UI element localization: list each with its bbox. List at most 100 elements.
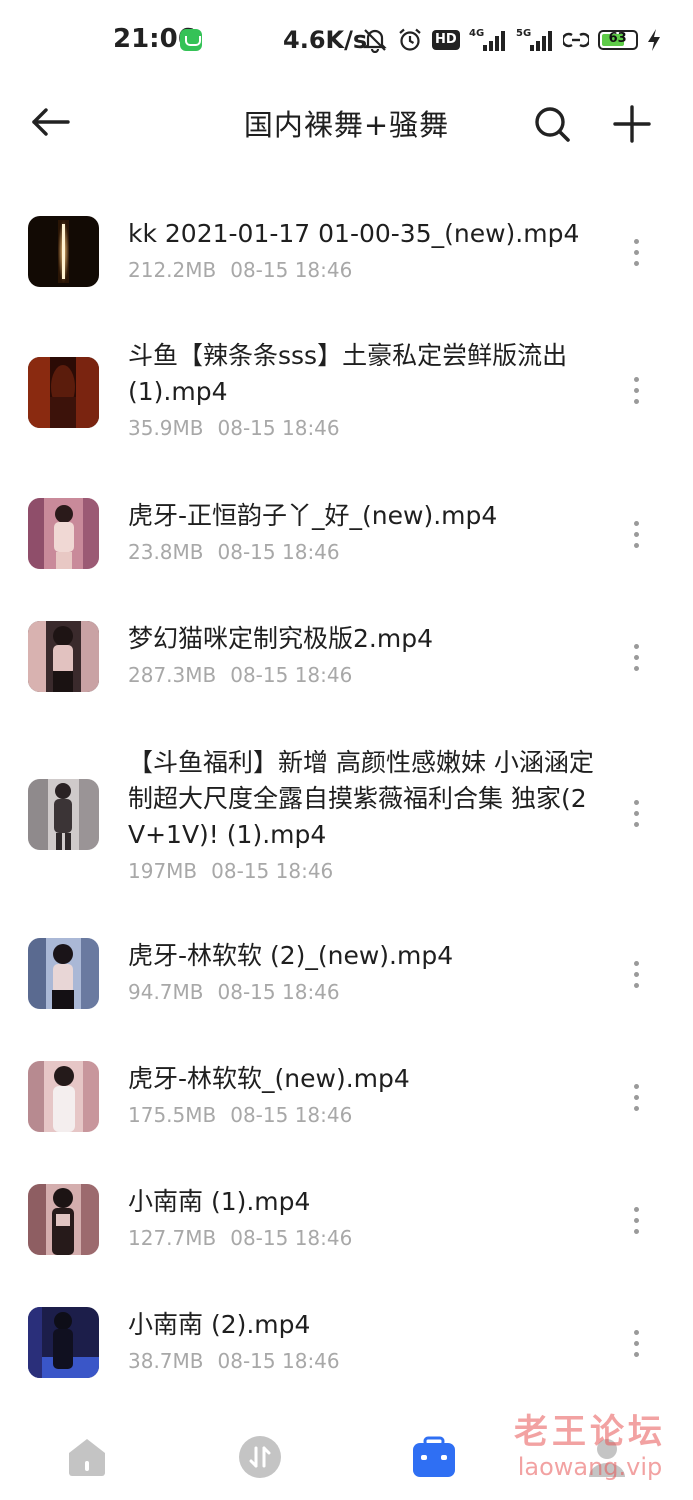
more-options-button[interactable] xyxy=(620,635,652,679)
video-thumbnail xyxy=(28,621,99,692)
dot xyxy=(633,960,639,966)
nav-toolbox[interactable] xyxy=(409,1432,459,1482)
file-item[interactable]: 虎牙-林软软_(new).mp4 175.5MB 08-15 18:46 xyxy=(0,1061,693,1161)
more-options-button[interactable] xyxy=(620,791,652,835)
back-button[interactable] xyxy=(26,98,74,146)
more-options-button[interactable] xyxy=(620,512,652,556)
dot xyxy=(633,520,639,526)
file-item[interactable]: 【斗鱼福利】新增 高颜性感嫩妹 小涵涵定制超大尺度全露自摸紫薇福利合集 独家(2… xyxy=(0,745,693,895)
more-options-button[interactable] xyxy=(620,1075,652,1119)
dot xyxy=(633,799,639,805)
dot xyxy=(633,1329,639,1335)
status-bar: 21:06 4.6K/s HD 4G 5G 63 xyxy=(0,0,693,80)
dot xyxy=(633,238,639,244)
more-options-button[interactable] xyxy=(620,952,652,996)
svg-text:5G: 5G xyxy=(516,28,531,39)
file-name: kk 2021-01-17 01-00-35_(new).mp4 xyxy=(128,219,580,248)
file-item[interactable]: 梦幻猫咪定制究极版2.mp4 287.3MB 08-15 18:46 xyxy=(0,621,693,721)
dot xyxy=(633,1105,639,1111)
video-thumbnail xyxy=(28,779,99,850)
video-thumbnail xyxy=(28,1061,99,1132)
file-item[interactable]: 虎牙-林软软 (2)_(new).mp4 94.7MB 08-15 18:46 xyxy=(0,938,693,1038)
file-meta: 175.5MB 08-15 18:46 xyxy=(128,1101,598,1129)
dot xyxy=(633,1228,639,1234)
hd-voice-icon: HD xyxy=(432,30,460,50)
dot xyxy=(633,1206,639,1212)
file-size: 287.3MB xyxy=(128,663,217,687)
dot xyxy=(633,542,639,548)
dot xyxy=(633,531,639,537)
search-button[interactable] xyxy=(526,98,578,150)
dot xyxy=(633,654,639,660)
file-size: 127.7MB xyxy=(128,1226,217,1250)
more-options-button[interactable] xyxy=(620,368,652,412)
dot xyxy=(633,1083,639,1089)
video-thumbnail xyxy=(28,1184,99,1255)
file-meta: 38.7MB 08-15 18:46 xyxy=(128,1347,598,1375)
search-icon xyxy=(535,107,570,142)
file-name: 【斗鱼福利】新增 高颜性感嫩妹 小涵涵定制超大尺度全露自摸紫薇福利合集 独家(2… xyxy=(128,748,594,849)
file-item[interactable]: 小南南 (2).mp4 38.7MB 08-15 18:46 xyxy=(0,1307,693,1407)
muted-bell-icon xyxy=(363,29,387,53)
more-options-button[interactable] xyxy=(620,230,652,274)
file-date: 08-15 18:46 xyxy=(217,980,340,1004)
nav-profile[interactable] xyxy=(582,1432,632,1482)
dot xyxy=(633,1217,639,1223)
more-options-button[interactable] xyxy=(620,1321,652,1365)
file-meta: 212.2MB 08-15 18:46 xyxy=(128,256,598,284)
video-thumbnail xyxy=(28,216,99,287)
file-size: 197MB xyxy=(128,859,198,883)
file-date: 08-15 18:46 xyxy=(230,663,353,687)
network-speed: 4.6K/s xyxy=(283,26,368,54)
profile-icon xyxy=(589,1439,625,1477)
file-date: 08-15 18:46 xyxy=(217,540,340,564)
toolbox-icon xyxy=(413,1436,455,1477)
file-name: 小南南 (2).mp4 xyxy=(128,1310,311,1339)
file-meta: 197MB 08-15 18:46 xyxy=(128,857,598,885)
nav-home[interactable] xyxy=(62,1432,112,1482)
file-meta: 127.7MB 08-15 18:46 xyxy=(128,1224,598,1252)
hotspot-link-icon xyxy=(562,32,589,48)
file-meta: 35.9MB 08-15 18:46 xyxy=(128,414,598,442)
dot xyxy=(633,643,639,649)
file-date: 08-15 18:46 xyxy=(217,416,340,440)
file-item[interactable]: 虎牙-正恒韵子丫_好_(new).mp4 23.8MB 08-15 18:46 xyxy=(0,498,693,598)
alarm-icon xyxy=(399,28,421,51)
video-thumbnail xyxy=(28,938,99,1009)
file-name: 梦幻猫咪定制究极版2.mp4 xyxy=(128,624,433,653)
home-icon xyxy=(69,1439,105,1476)
file-name: 虎牙-正恒韵子丫_好_(new).mp4 xyxy=(128,501,498,530)
signal-4g-icon: 4G xyxy=(469,28,505,51)
dot xyxy=(633,249,639,255)
dot xyxy=(633,1351,639,1357)
dot xyxy=(633,971,639,977)
file-meta: 287.3MB 08-15 18:46 xyxy=(128,661,598,689)
nav-transfer[interactable] xyxy=(235,1432,285,1482)
file-size: 94.7MB xyxy=(128,980,204,1004)
dot xyxy=(633,665,639,671)
add-button[interactable] xyxy=(606,98,658,150)
svg-text:4G: 4G xyxy=(469,28,484,39)
more-options-button[interactable] xyxy=(620,1198,652,1242)
dot xyxy=(633,260,639,266)
video-thumbnail xyxy=(28,498,99,569)
file-name: 虎牙-林软软_(new).mp4 xyxy=(128,1064,410,1093)
header: 国内裸舞+骚舞 xyxy=(0,80,693,164)
dot xyxy=(633,387,639,393)
file-item[interactable]: kk 2021-01-17 01-00-35_(new).mp4 212.2MB… xyxy=(0,216,693,316)
file-date: 08-15 18:46 xyxy=(230,1103,353,1127)
file-name: 虎牙-林软软 (2)_(new).mp4 xyxy=(128,941,454,970)
file-meta: 94.7MB 08-15 18:46 xyxy=(128,978,598,1006)
battery-level: 63 xyxy=(608,31,627,46)
dot xyxy=(633,982,639,988)
file-size: 23.8MB xyxy=(128,540,204,564)
file-item[interactable]: 斗鱼【辣条条sss】土豪私定尝鲜版流出(1).mp4 35.9MB 08-15 1… xyxy=(0,338,693,458)
dot xyxy=(633,821,639,827)
signal-5g-icon: 5G xyxy=(516,28,552,51)
file-item[interactable]: 小南南 (1).mp4 127.7MB 08-15 18:46 xyxy=(0,1184,693,1284)
dot xyxy=(633,810,639,816)
app-notification-icon xyxy=(180,29,202,51)
file-date: 08-15 18:46 xyxy=(230,1226,353,1250)
file-meta: 23.8MB 08-15 18:46 xyxy=(128,538,598,566)
page-title: 国内裸舞+骚舞 xyxy=(243,108,450,142)
